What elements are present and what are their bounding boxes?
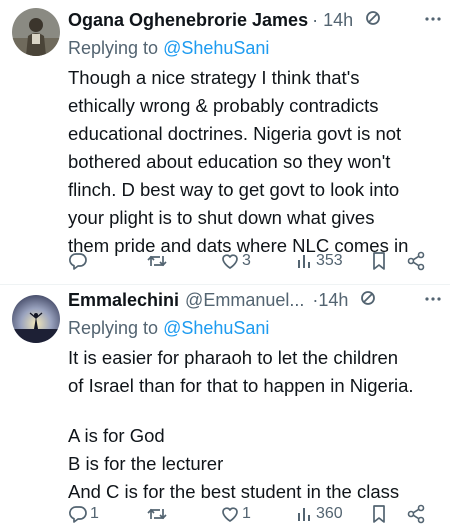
share-button[interactable] [406, 501, 426, 525]
share-button[interactable] [406, 248, 426, 274]
bookmark-button[interactable] [370, 501, 388, 525]
reply-button[interactable]: 1 [68, 501, 99, 525]
heart-icon [220, 251, 240, 271]
replying-label: Replying to [68, 38, 164, 58]
avatar[interactable] [12, 295, 60, 343]
action-bar: 3 353 [68, 248, 444, 274]
tweet-text-line: A is for God [68, 425, 165, 446]
bookmark-icon [370, 504, 388, 524]
views-count: 360 [316, 505, 343, 522]
retweet-button[interactable] [146, 501, 170, 525]
tweet-text-line: flinch. D best way to get govt to look i… [68, 179, 400, 200]
retweet-button[interactable] [146, 248, 170, 274]
tweet-text-line: your plight is to shut down what gives [68, 207, 375, 228]
user-handle[interactable]: @Emmanuel... [185, 288, 304, 312]
more-icon[interactable] [424, 10, 442, 36]
views-button[interactable]: 353 [296, 248, 343, 274]
display-name[interactable]: Emmalechini [68, 288, 179, 312]
more-icon[interactable] [424, 290, 442, 316]
share-icon [406, 251, 426, 271]
heart-icon [220, 504, 240, 524]
replying-handle-link[interactable]: @ShehuSani [163, 38, 269, 58]
views-count: 353 [316, 252, 343, 269]
reply-icon [68, 251, 88, 271]
nosign-icon [365, 8, 381, 32]
views-icon [296, 251, 314, 271]
reply-button[interactable] [68, 248, 90, 274]
tweet-text: It is easier for pharaoh to let the chil… [68, 344, 442, 506]
retweet-icon [146, 504, 168, 524]
share-icon [406, 504, 426, 524]
views-button[interactable]: 360 [296, 501, 343, 525]
tweet-text-line: B is for the lecturer [68, 453, 224, 474]
replying-handle-link[interactable]: @ShehuSani [163, 318, 269, 338]
tweet-text-line: It is easier for pharaoh to let the chil… [68, 347, 399, 368]
replying-label: Replying to [68, 318, 164, 338]
retweet-icon [146, 251, 168, 271]
avatar[interactable] [12, 8, 60, 56]
views-icon [296, 504, 314, 524]
like-count: 3 [242, 252, 251, 269]
tweet-text-line: educational doctrines. Nigeria govt is n… [68, 123, 402, 144]
reply-icon [68, 504, 88, 524]
replying-to: Replying to @ShehuSani [68, 316, 442, 340]
display-name[interactable]: Ogana Oghenebrorie James [68, 8, 308, 32]
tweet[interactable]: Ogana Oghenebrorie James · 14h Replying … [0, 0, 450, 284]
replying-to: Replying to @ShehuSani [68, 36, 442, 60]
timestamp[interactable]: · 14h [312, 8, 353, 32]
tweet-header: Emmalechini @Emmanuel... ·14h [68, 288, 442, 312]
bookmark-button[interactable] [370, 248, 388, 274]
nosign-icon [360, 288, 376, 312]
like-count: 1 [242, 505, 251, 522]
tweet[interactable]: Emmalechini @Emmanuel... ·14h Replying t… [0, 285, 450, 525]
action-bar: 1 1 360 [68, 501, 444, 525]
like-button[interactable]: 3 [220, 248, 251, 274]
timestamp[interactable]: ·14h [312, 288, 348, 312]
tweet-text: Though a nice strategy I think that's et… [68, 64, 442, 260]
like-button[interactable]: 1 [220, 501, 251, 525]
bookmark-icon [370, 251, 388, 271]
tweet-header: Ogana Oghenebrorie James · 14h [68, 8, 442, 32]
tweet-text-line: bothered about education so they won't [68, 151, 391, 172]
tweet-text-line: of Israel than for that to happen in Nig… [68, 375, 414, 396]
tweet-text-line: Though a nice strategy I think that's [68, 67, 360, 88]
reply-count: 1 [90, 505, 99, 522]
tweet-text-line: ethically wrong & probably contradicts [68, 95, 379, 116]
